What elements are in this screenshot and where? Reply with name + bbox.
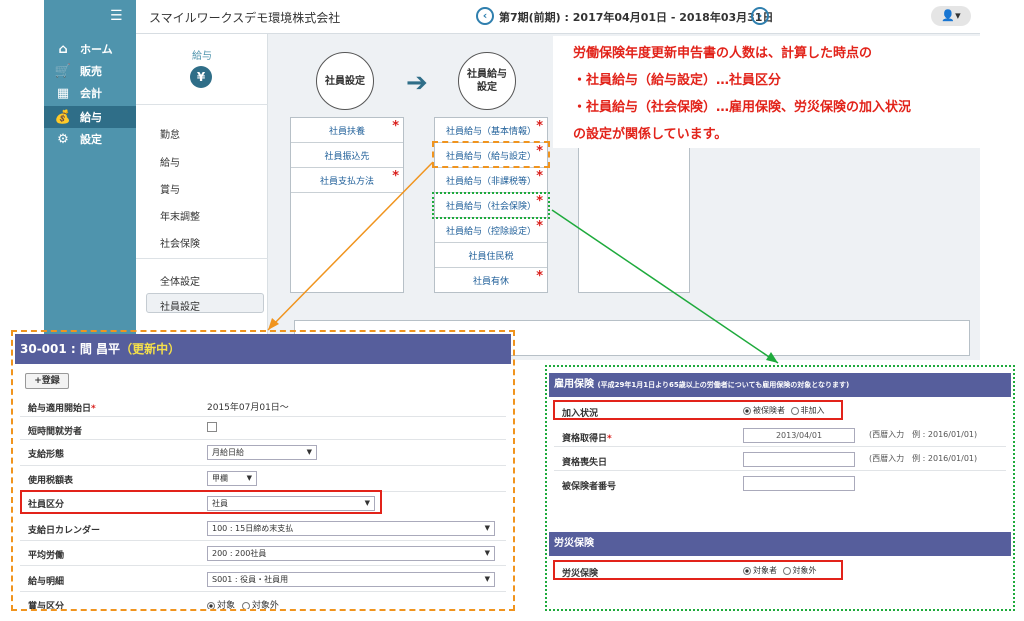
- row-label: 労災保険: [562, 569, 599, 579]
- row-label: 賞与区分: [28, 602, 65, 609]
- divider: [20, 540, 506, 541]
- enrollment-radios: 被保険者 非加入: [743, 405, 825, 416]
- tax-table-select[interactable]: 甲欄 ▼: [207, 471, 257, 486]
- date-hint: (西暦入力 例 : 2016/01/01): [869, 430, 978, 439]
- radio-not-enrolled[interactable]: [790, 406, 799, 415]
- date-hint: (西暦入力 例 : 2016/01/01): [869, 454, 978, 463]
- select-value: 200 : 200社員: [212, 549, 267, 558]
- part-time-checkbox[interactable]: [207, 422, 217, 432]
- divider: [554, 470, 1006, 471]
- caret-down-icon: ▼: [484, 575, 490, 583]
- row-label: 被保険者番号: [562, 482, 617, 492]
- caret-down-icon: ▼: [364, 499, 370, 507]
- label-text: 資格取得日: [562, 434, 608, 444]
- employment-insurance-header: 雇用保険 (平成29年1月1日より65歳以上の労働者についても雇用保険の対象とな…: [549, 373, 1011, 397]
- orange-connector: [267, 161, 434, 331]
- radio-label: 被保険者: [753, 406, 785, 415]
- green-arrowhead: [766, 352, 778, 363]
- payment-type-select[interactable]: 月給日給 ▼: [207, 445, 317, 460]
- select-value: 甲欄: [212, 474, 228, 483]
- row-label: 給与明細: [28, 577, 65, 587]
- row-label: 加入状況: [562, 409, 599, 419]
- divider: [20, 416, 506, 417]
- panel-header: 30-001 : 間 昌平（更新中）: [15, 334, 511, 364]
- select-value: 100 : 15日締め末支払: [212, 524, 294, 533]
- row-label: 給与適用開始日*: [28, 401, 96, 414]
- radio-label: 非加入: [800, 406, 825, 415]
- pay-calendar-select[interactable]: 100 : 15日締め末支払 ▼: [207, 521, 495, 536]
- radio-bonus-target[interactable]: [207, 601, 215, 609]
- section-title: 雇用保険: [554, 379, 594, 390]
- row-label: 資格取得日*: [562, 431, 612, 444]
- caret-down-icon: ▼: [246, 474, 252, 482]
- required-mark: *: [91, 404, 96, 414]
- radio-label: 対象外: [792, 566, 817, 575]
- radio-label: 対象: [217, 601, 236, 609]
- divider: [20, 465, 506, 466]
- divider: [554, 446, 1006, 447]
- employee-title: 30-001 : 間 昌平: [20, 342, 121, 356]
- loss-date-input[interactable]: [743, 452, 855, 467]
- row-label: 社員区分: [28, 500, 65, 510]
- radio-bonus-nontarget[interactable]: [241, 601, 250, 609]
- acquisition-date-input[interactable]: 2013/04/01: [743, 428, 855, 443]
- green-connector: [551, 209, 779, 364]
- row-label: 支給日カレンダー: [28, 526, 101, 536]
- social-insurance-panel: 雇用保険 (平成29年1月1日より65歳以上の労働者についても雇用保険の対象とな…: [549, 369, 1011, 607]
- caret-down-icon: ▼: [484, 549, 490, 557]
- insured-number-input[interactable]: [743, 476, 855, 491]
- divider: [20, 565, 506, 566]
- select-value: 社員: [212, 499, 228, 508]
- caret-down-icon: ▼: [306, 448, 312, 456]
- register-button[interactable]: +登録: [25, 373, 69, 389]
- bonus-class-radios: 対象 対象外: [207, 598, 279, 609]
- radio-insured[interactable]: [743, 406, 751, 415]
- row-label: 支給形態: [28, 450, 65, 460]
- row-label: 使用税額表: [28, 476, 74, 486]
- section-note: (平成29年1月1日より65歳以上の労働者についても雇用保険の対象となります): [597, 381, 850, 389]
- radio-label: 対象者: [753, 566, 777, 575]
- radio-workers-nontarget[interactable]: [782, 566, 791, 575]
- workers-comp-header: 労災保険: [549, 532, 1011, 556]
- average-labor-select[interactable]: 200 : 200社員 ▼: [207, 546, 495, 561]
- employee-class-select[interactable]: 社員 ▼: [207, 496, 375, 511]
- select-value: 月給日給: [212, 448, 244, 457]
- start-date-value: 2015年07月01日～: [207, 403, 289, 413]
- divider: [20, 439, 506, 440]
- salary-settings-panel: 30-001 : 間 昌平（更新中） +登録 給与適用開始日* 2015年07月…: [15, 334, 511, 609]
- radio-label: 対象外: [251, 601, 279, 609]
- workers-comp-radios: 対象者 対象外: [743, 565, 817, 576]
- caret-down-icon: ▼: [484, 524, 490, 532]
- radio-workers-target[interactable]: [743, 566, 751, 575]
- row-label: 資格喪失日: [562, 458, 608, 468]
- divider: [20, 591, 506, 592]
- row-label: 短時間就労者: [28, 427, 83, 437]
- label-text: 給与適用開始日: [28, 404, 92, 414]
- select-value: S001 : 役員・社員用: [212, 575, 289, 584]
- status-badge: （更新中）: [120, 342, 181, 356]
- payslip-select[interactable]: S001 : 役員・社員用 ▼: [207, 572, 495, 587]
- row-label: 平均労働: [28, 551, 65, 561]
- required-mark: *: [607, 434, 612, 444]
